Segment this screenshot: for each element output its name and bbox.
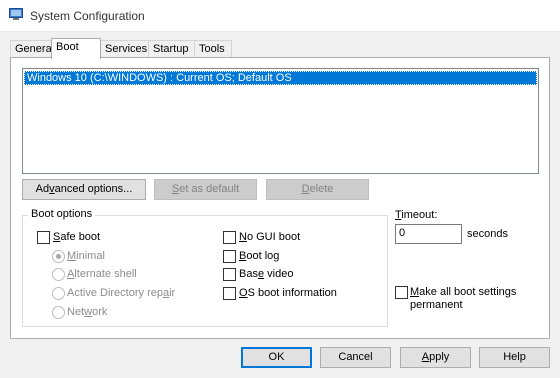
safe-boot-checkbox[interactable] [37,231,50,244]
network-label: Network [67,306,108,318]
no-gui-boot-checkbox[interactable] [223,231,236,244]
os-boot-information-label: OS boot information [239,287,337,299]
minimal-label: Minimal [67,250,105,262]
title-bar[interactable]: System Configuration [0,0,560,32]
timeout-unit-label: seconds [467,228,508,240]
set-as-default-button[interactable]: Set as default [154,179,257,200]
os-list[interactable]: Windows 10 (C:\WINDOWS) : Current OS; De… [22,68,539,174]
alternate-shell-label: Alternate shell [67,268,137,280]
os-boot-information-checkbox[interactable] [223,287,236,300]
delete-button[interactable]: Delete [266,179,369,200]
tab-boot[interactable]: Boot [51,38,101,59]
boot-log-label: Boot log [239,250,280,262]
tab-services[interactable]: Services [100,40,149,57]
ok-button[interactable]: OK [241,347,312,368]
boot-options-label: Boot options [28,208,96,220]
boot-log-checkbox[interactable] [223,250,236,263]
window-title: System Configuration [30,9,145,23]
make-permanent-label: Make all boot settings permanent [410,286,517,311]
tab-startup[interactable]: Startup [148,40,195,57]
active-directory-repair-radio[interactable] [52,287,65,300]
network-radio[interactable] [52,306,65,319]
msconfig-app-icon [9,8,23,20]
no-gui-boot-label: No GUI boot [239,231,301,243]
base-video-label: Base video [239,268,294,280]
alternate-shell-radio[interactable] [52,268,65,281]
apply-button[interactable]: Apply [400,347,471,368]
safe-boot-label: Safe boot [53,231,101,243]
tab-general[interactable]: General [10,40,54,57]
advanced-options-button[interactable]: Advanced options... [22,179,146,200]
active-directory-repair-label: Active Directory repair [67,287,176,299]
timeout-label: Timeout: [395,209,438,221]
base-video-checkbox[interactable] [223,268,236,281]
timeout-input[interactable]: 0 [395,224,462,244]
make-permanent-checkbox[interactable] [395,286,408,299]
cancel-button[interactable]: Cancel [320,347,391,368]
minimal-radio[interactable] [52,250,65,263]
help-button[interactable]: Help [479,347,550,368]
os-list-item[interactable]: Windows 10 (C:\WINDOWS) : Current OS; De… [24,71,537,85]
tab-tools[interactable]: Tools [194,40,232,57]
